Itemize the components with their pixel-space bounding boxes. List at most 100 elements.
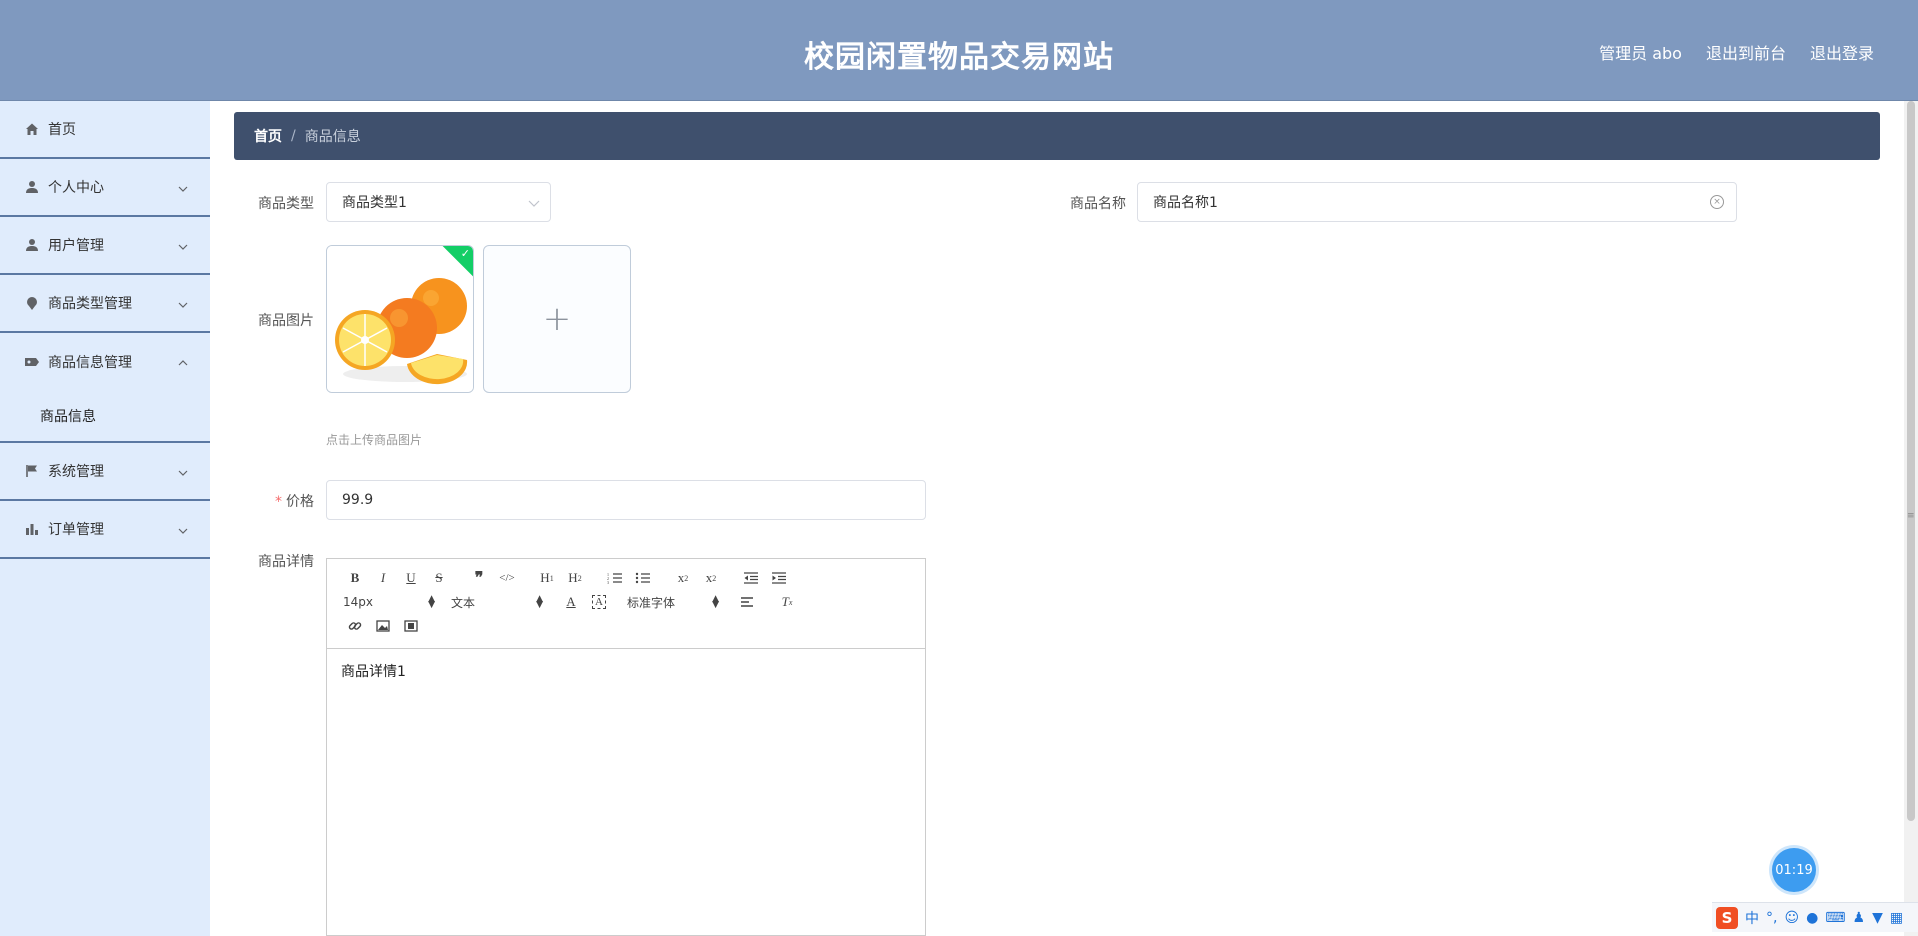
- check-icon: ✓: [460, 247, 470, 260]
- indent-icon[interactable]: [765, 567, 793, 589]
- upload-image-button[interactable]: +: [483, 245, 631, 393]
- name-input-value: 商品名称1: [1153, 195, 1218, 211]
- code-block-icon[interactable]: </>: [493, 567, 521, 589]
- chevron-down-icon: [528, 196, 540, 212]
- sidebar: 首页 个人中心 用户管理 商品类型管理 商品信息管理 商品信息 系统管理 订单管…: [0, 101, 210, 936]
- sidebar-item-order-management[interactable]: 订单管理: [0, 501, 210, 559]
- name-input[interactable]: 商品名称1 ×: [1137, 182, 1737, 222]
- font-family-value: 标准字体: [627, 595, 676, 610]
- sidebar-item-label: 用户管理: [48, 238, 104, 254]
- sidebar-item-category-management[interactable]: 商品类型管理: [0, 275, 210, 333]
- grid-icon[interactable]: ▦: [1890, 910, 1903, 926]
- sidebar-item-label: 商品信息管理: [48, 355, 132, 371]
- sidebar-item-product-management[interactable]: 商品信息管理: [0, 333, 210, 391]
- ordered-list-icon[interactable]: 123: [601, 567, 629, 589]
- background-color-icon[interactable]: A: [585, 591, 613, 613]
- image-icon[interactable]: [369, 615, 397, 637]
- sidebar-item-personal-center[interactable]: 个人中心: [0, 159, 210, 217]
- plus-icon: +: [542, 299, 572, 339]
- microphone-icon[interactable]: ●: [1806, 910, 1818, 926]
- editor-toolbar: B I U S ❞ </> H1 H2 123 x2 x2 14px ▲ ▼ 文…: [327, 559, 925, 649]
- outdent-icon[interactable]: [737, 567, 765, 589]
- breadcrumb: 首页 / 商品信息: [234, 112, 1880, 160]
- clear-format-icon[interactable]: Tx: [773, 591, 801, 613]
- font-color-icon[interactable]: A: [557, 591, 585, 613]
- header-actions: 管理员 abo 退出到前台 退出登录: [1599, 40, 1874, 64]
- upload-hint: 点击上传商品图片: [326, 433, 423, 447]
- punctuation-icon[interactable]: °,: [1766, 910, 1777, 926]
- grip-icon: ≡: [1907, 511, 1915, 521]
- sidebar-item-user-management[interactable]: 用户管理: [0, 217, 210, 275]
- sidebar-item-label: 商品类型管理: [48, 296, 132, 312]
- price-input[interactable]: 99.9: [326, 480, 926, 520]
- clear-icon[interactable]: ×: [1710, 195, 1724, 209]
- required-mark: *: [275, 494, 282, 510]
- flag-icon: [24, 463, 40, 479]
- chevron-down-icon: [178, 465, 188, 481]
- sidebar-subitem-product-info[interactable]: 商品信息: [0, 391, 210, 443]
- ime-toolbar: S 中 °, ☺ ● ⌨ ♟ ▼ ▦: [1712, 902, 1918, 932]
- exit-to-front-link[interactable]: 退出到前台: [1706, 40, 1786, 64]
- price-label: * 价格: [250, 491, 314, 511]
- updown-icon: ▲ ▼: [712, 594, 719, 610]
- updown-icon: ▲ ▼: [428, 594, 435, 610]
- align-icon[interactable]: [733, 591, 761, 613]
- price-label-text: 价格: [286, 494, 314, 510]
- breadcrumb-home[interactable]: 首页: [254, 126, 282, 146]
- header-2-icon[interactable]: H2: [561, 567, 589, 589]
- type-select-value: 商品类型1: [342, 195, 407, 211]
- bullet-list-icon[interactable]: [629, 567, 657, 589]
- sidebar-item-home[interactable]: 首页: [0, 101, 210, 159]
- header-select[interactable]: 文本 ▲ ▼: [449, 594, 545, 611]
- header-select-value: 文本: [451, 595, 476, 610]
- chevron-up-icon: [178, 355, 188, 371]
- chevron-down-icon: [178, 181, 188, 197]
- underline-icon[interactable]: U: [397, 567, 425, 589]
- price-input-value: 99.9: [342, 492, 374, 508]
- chevron-down-icon: [178, 297, 188, 313]
- subscript-icon[interactable]: x2: [669, 567, 697, 589]
- font-family-select[interactable]: 标准字体 ▲ ▼: [625, 594, 721, 611]
- sidebar-item-label: 订单管理: [48, 522, 104, 538]
- top-header: 校园闲置物品交易网站 管理员 abo 退出到前台 退出登录: [0, 0, 1918, 101]
- breadcrumb-current: 商品信息: [304, 129, 361, 145]
- user-icon[interactable]: ♟: [1853, 910, 1866, 926]
- sidebar-item-system-management[interactable]: 系统管理: [0, 443, 210, 501]
- chevron-down-icon: [178, 523, 188, 539]
- video-icon[interactable]: [397, 615, 425, 637]
- page-scrollbar[interactable]: ≡: [1904, 101, 1918, 936]
- svg-text:3: 3: [607, 580, 609, 584]
- superscript-icon[interactable]: x2: [697, 567, 725, 589]
- header-1-icon[interactable]: H1: [533, 567, 561, 589]
- product-image-thumbnail[interactable]: ✓: [326, 245, 474, 393]
- chevron-down-icon: [178, 239, 188, 255]
- timer-badge[interactable]: 01:19: [1772, 848, 1816, 892]
- home-icon: [24, 121, 40, 137]
- keyboard-icon[interactable]: ⌨: [1825, 910, 1845, 926]
- rich-text-editor: B I U S ❞ </> H1 H2 123 x2 x2 14px ▲ ▼ 文…: [326, 558, 926, 936]
- blockquote-icon[interactable]: ❞: [465, 567, 493, 589]
- strike-icon[interactable]: S: [425, 567, 453, 589]
- breadcrumb-separator: /: [291, 128, 296, 144]
- ime-language-toggle[interactable]: 中: [1745, 908, 1759, 928]
- skin-icon[interactable]: ▼: [1872, 910, 1883, 926]
- font-size-select[interactable]: 14px ▲ ▼: [341, 594, 437, 610]
- emoji-icon[interactable]: ☺: [1784, 910, 1799, 926]
- font-size-value: 14px: [343, 595, 373, 609]
- type-select[interactable]: 商品类型1: [326, 182, 551, 222]
- sidebar-item-label: 个人中心: [48, 180, 104, 196]
- editor-content[interactable]: 商品详情1: [327, 649, 925, 693]
- scrollbar-thumb[interactable]: [1907, 101, 1915, 821]
- italic-icon[interactable]: I: [369, 567, 397, 589]
- admin-label: 管理员 abo: [1599, 44, 1682, 63]
- user-icon: [24, 179, 40, 195]
- user-icon: [24, 237, 40, 253]
- ime-logo-icon[interactable]: S: [1716, 906, 1738, 929]
- updown-icon: ▲ ▼: [536, 594, 543, 610]
- sidebar-item-label: 首页: [48, 122, 76, 138]
- orange-image: [327, 246, 473, 392]
- logout-link[interactable]: 退出登录: [1810, 40, 1874, 64]
- bold-icon[interactable]: B: [341, 567, 369, 589]
- bar-chart-icon: [24, 521, 40, 537]
- link-icon[interactable]: [341, 615, 369, 637]
